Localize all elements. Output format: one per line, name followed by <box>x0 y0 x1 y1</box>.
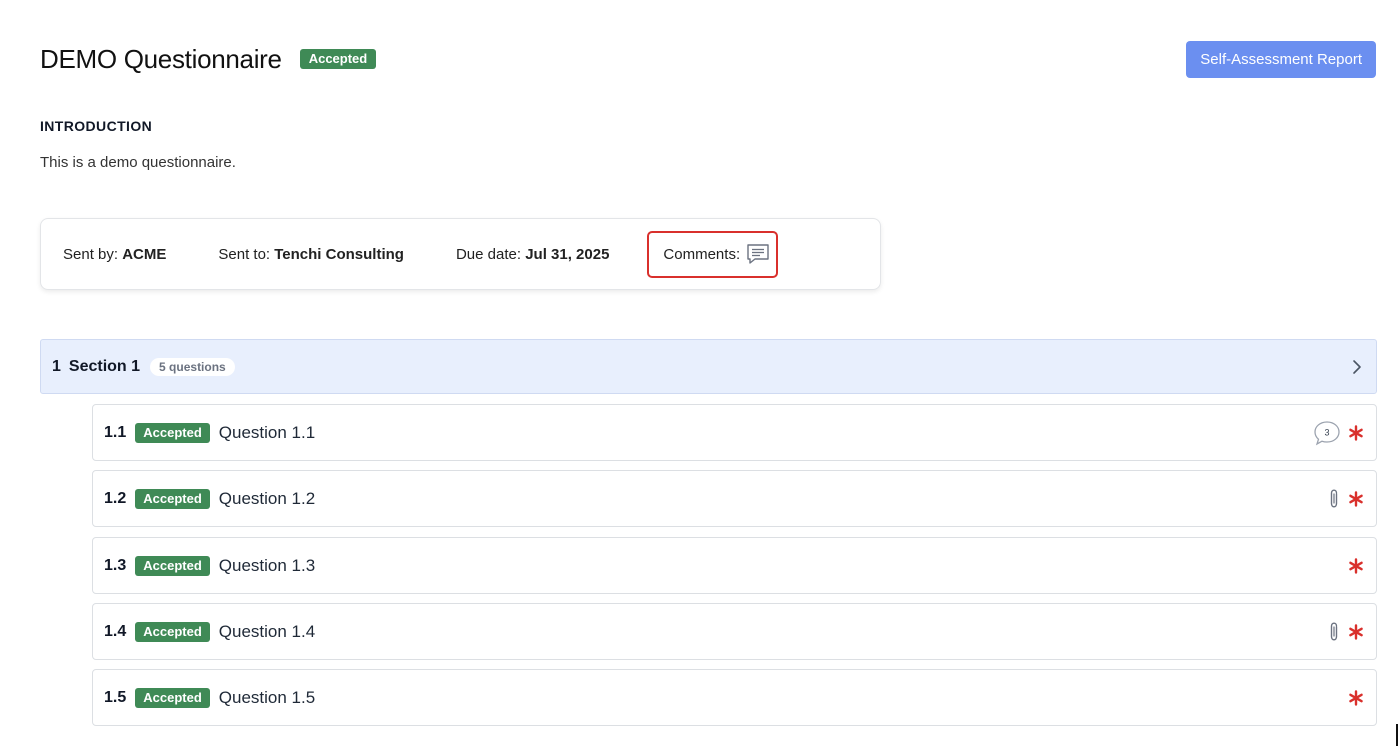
question-indicators <box>1327 488 1364 510</box>
question-number: 1.2 <box>104 489 127 507</box>
section-number: 1 <box>52 357 61 375</box>
status-badge: Accepted <box>135 488 210 509</box>
required-asterisk-icon <box>1348 424 1364 441</box>
question-text: Question 1.5 <box>218 687 316 707</box>
comment-count: 3 <box>1324 427 1329 437</box>
status-badge: Accepted <box>135 555 210 576</box>
questionnaire-info-card: Sent by: ACME Sent to: Tenchi Consulting… <box>40 218 881 290</box>
self-assessment-report-button[interactable]: Self-Assessment Report <box>1186 40 1376 78</box>
due-date-value: Jul 31, 2025 <box>525 245 610 263</box>
question-indicators <box>1327 621 1364 643</box>
question-number: 1.1 <box>104 423 127 441</box>
section-header[interactable]: 1 Section 1 5 questions <box>40 339 1377 394</box>
comments-label: Comments: <box>663 245 741 263</box>
chevron-right-icon[interactable] <box>1352 359 1362 375</box>
status-badge: Accepted <box>299 49 377 69</box>
section-title: Section 1 <box>68 357 141 375</box>
question-row[interactable]: 1.4 Accepted Question 1.4 <box>92 603 1377 660</box>
required-asterisk-icon <box>1348 623 1364 640</box>
question-indicators <box>1348 689 1364 706</box>
status-badge: Accepted <box>135 687 210 708</box>
question-row[interactable]: 1.1 Accepted Question 1.1 3 <box>92 404 1377 461</box>
sent-to-value: Tenchi Consulting <box>274 245 404 263</box>
question-row[interactable]: 1.5 Accepted Question 1.5 <box>92 669 1377 726</box>
due-date-label: Due date: <box>455 245 526 263</box>
sent-to: Sent to: Tenchi Consulting <box>218 246 404 263</box>
question-number: 1.3 <box>104 556 127 574</box>
sent-to-label: Sent to: <box>218 245 275 263</box>
required-asterisk-icon <box>1348 689 1364 706</box>
page-header: DEMO Questionnaire Accepted Self-Assessm… <box>40 40 1376 78</box>
question-text: Question 1.2 <box>218 488 316 508</box>
question-count-badge: 5 questions <box>150 357 235 376</box>
paperclip-icon[interactable] <box>1327 488 1341 510</box>
question-text: Question 1.3 <box>218 555 316 575</box>
question-row[interactable]: 1.3 Accepted Question 1.3 <box>92 537 1377 594</box>
comment-bubble-icon[interactable]: 3 <box>1313 420 1341 446</box>
sent-by-value: ACME <box>122 245 167 263</box>
sent-by: Sent by: ACME <box>63 246 166 263</box>
introduction-heading: INTRODUCTION <box>40 118 153 134</box>
comments-button[interactable]: Comments: <box>647 230 779 278</box>
question-text: Question 1.1 <box>218 422 316 442</box>
question-text: Question 1.4 <box>218 621 316 641</box>
introduction-text: This is a demo questionnaire. <box>40 154 236 171</box>
question-number: 1.5 <box>104 688 127 706</box>
question-indicators <box>1348 557 1364 574</box>
due-date: Due date: Jul 31, 2025 <box>456 246 609 263</box>
paperclip-icon[interactable] <box>1327 621 1341 643</box>
questionnaire-page: DEMO Questionnaire Accepted Self-Assessm… <box>0 0 1398 746</box>
question-indicators: 3 <box>1313 420 1364 446</box>
required-asterisk-icon <box>1348 490 1364 507</box>
comment-icon <box>746 243 770 265</box>
status-badge: Accepted <box>135 422 210 443</box>
status-badge: Accepted <box>135 621 210 642</box>
required-asterisk-icon <box>1348 557 1364 574</box>
question-number: 1.4 <box>104 622 127 640</box>
sent-by-label: Sent by: <box>63 245 123 263</box>
page-title: DEMO Questionnaire <box>40 43 282 74</box>
question-row[interactable]: 1.2 Accepted Question 1.2 <box>92 470 1377 527</box>
